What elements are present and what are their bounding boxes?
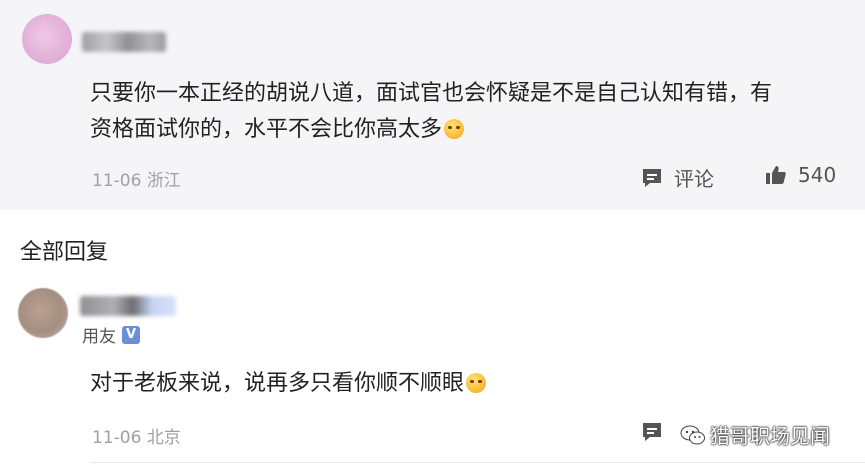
- divider: [90, 462, 865, 463]
- smile-emoji-icon: [444, 119, 465, 139]
- wechat-logo-icon: [680, 425, 705, 444]
- watermark-text: 猎哥职场见闻: [710, 424, 830, 448]
- comment-location: 浙江: [146, 171, 181, 191]
- comment-label: 评论: [674, 167, 714, 191]
- reply-blurred-username[interactable]: [80, 296, 176, 316]
- reply-user-company: 用友: [82, 327, 116, 347]
- reply-location: 北京: [146, 428, 181, 448]
- comment-date: 11-06: [92, 171, 142, 191]
- comment-button[interactable]: 评论: [640, 163, 714, 192]
- like-count: 540: [798, 163, 837, 187]
- reply-date: 11-06: [92, 428, 142, 448]
- thumbs-up-icon: [766, 166, 786, 184]
- reply-user-tag: 用友 V: [82, 322, 140, 347]
- comment-text-line-2: 资格面试你的，水平不会比你高太多: [90, 112, 465, 148]
- reply-meta: 11-06 北京: [92, 423, 181, 448]
- verified-badge: V: [122, 325, 140, 344]
- wechat-watermark: 猎哥职场见闻: [680, 420, 830, 449]
- blurred-username[interactable]: [82, 32, 166, 52]
- comment-meta: 11-06 浙江: [92, 166, 181, 191]
- reply-text: 对于老板来说，说再多只看你顺不顺眼: [90, 366, 487, 402]
- comment-text-line-1: 只要你一本正经的胡说八道，面试官也会怀疑是不是自己认知有错，有: [90, 81, 773, 106]
- reply-avatar[interactable]: [18, 288, 68, 338]
- reply-comment-button[interactable]: [640, 420, 674, 444]
- avatar[interactable]: [22, 14, 72, 64]
- top-comment-card: 只要你一本正经的胡说八道，面试官也会怀疑是不是自己认知有错，有 资格面试你的，水…: [0, 0, 865, 210]
- comment-icon: [643, 168, 661, 187]
- comment-icon: [643, 423, 661, 441]
- section-title: 全部回复: [20, 240, 109, 265]
- smile-emoji-icon: [466, 373, 487, 393]
- like-button[interactable]: 540: [764, 163, 836, 187]
